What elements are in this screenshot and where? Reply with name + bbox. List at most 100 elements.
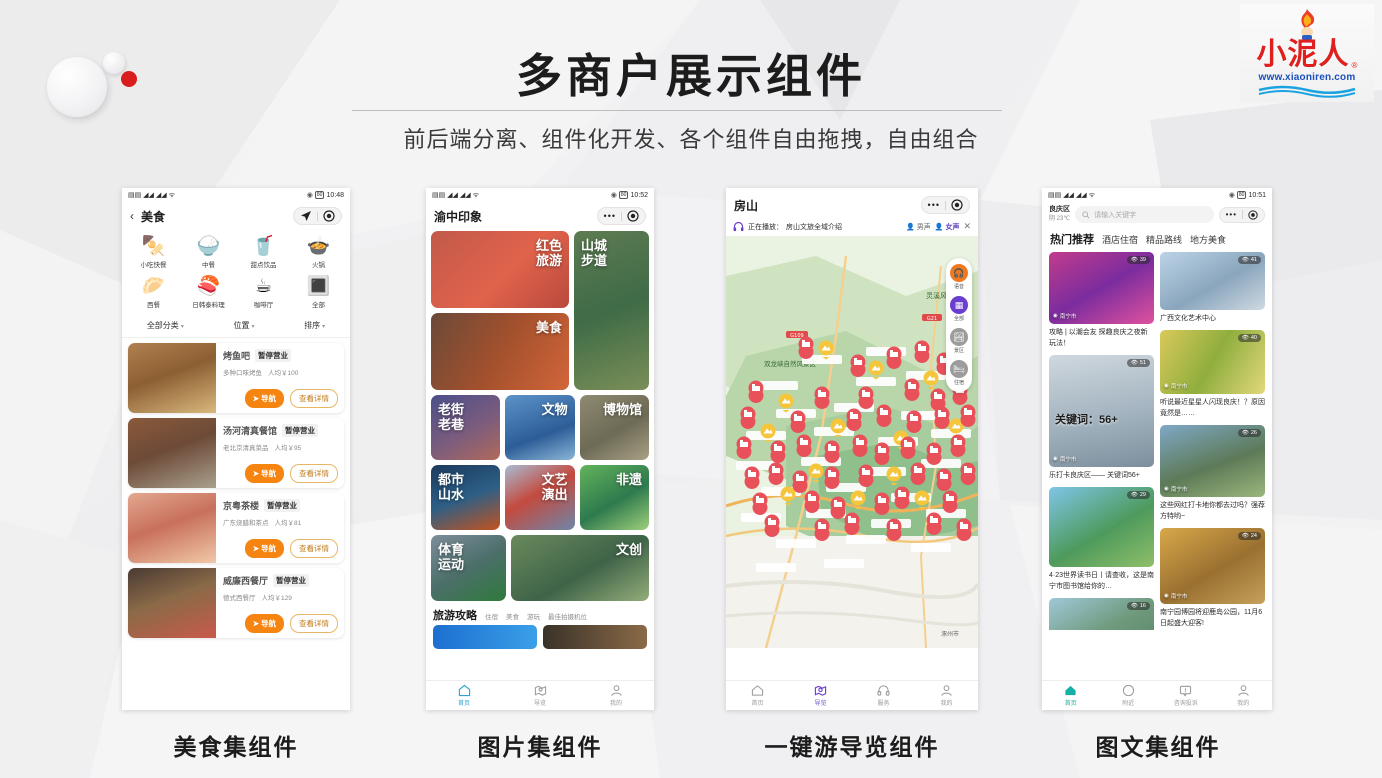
more-icon[interactable]: ••• [1226, 210, 1237, 219]
gallery-tile[interactable]: 博物馆 [580, 395, 649, 460]
tab-guide[interactable]: 导览 [502, 684, 578, 707]
tab-complaint[interactable]: 咨询投诉 [1157, 684, 1215, 707]
map-filter-rail[interactable]: 🎧 语音 ▦ 全部 🏞 景区 🛏 住宿 [946, 258, 972, 392]
category-item[interactable]: 🍚中餐 [181, 233, 236, 273]
map-markers[interactable] [726, 236, 978, 648]
voice-male-option[interactable]: 👤男声 [906, 222, 931, 232]
tab-mine[interactable]: 我的 [1215, 684, 1273, 707]
article-card[interactable]: 👁39 ◉南宁市 攻略 | 以潮会友 探趣良庆之夜新玩法！ [1049, 252, 1154, 349]
navigate-button[interactable]: ➤导航 [245, 539, 284, 558]
tab-guide[interactable]: 导览 [789, 684, 852, 707]
tab-service[interactable]: 服务 [852, 684, 915, 707]
detail-button[interactable]: 查看详情 [290, 464, 338, 483]
guide-tab[interactable]: 住宿 [485, 611, 498, 621]
guide-tab[interactable]: 美食 [506, 611, 519, 621]
chevron-left-icon[interactable]: ‹ [130, 209, 134, 223]
restaurant-card[interactable]: 威廉西餐厅暂停营业 德式西餐厅人均￥129 ➤导航 查看详情 [128, 568, 344, 638]
restaurant-card[interactable]: 汤河清真餐馆暂停营业 老北京清真菜品人均￥95 ➤导航 查看详情 [128, 418, 344, 488]
more-icon[interactable]: ••• [928, 200, 940, 210]
article-card[interactable]: 👁41 广西文化艺术中心 [1160, 252, 1265, 324]
article-card[interactable]: 👁24 ◉南宁市 南宁园博园将迎鹿岛公园，11月6日起盛大迎客! [1160, 528, 1265, 629]
category-item[interactable]: ☕咖啡厅 [236, 273, 291, 313]
article-title: 乐打卡良庆区—— 关键词56+ [1049, 470, 1154, 481]
target-icon[interactable] [323, 210, 335, 222]
article-image: 👁24 ◉南宁市 [1160, 528, 1265, 604]
filter-sort[interactable]: 排序▾ [304, 320, 325, 331]
navigate-button[interactable]: ➤导航 [245, 614, 284, 633]
gallery-tile[interactable]: 山城 步道 [574, 231, 649, 390]
tab-label: 首页 [751, 698, 763, 707]
restaurant-price: 人均￥129 [262, 595, 292, 602]
search-input[interactable]: 请输入关键字 [1075, 206, 1214, 223]
more-icon[interactable]: ••• [604, 211, 616, 221]
status-signal: ▤▤ ◢◢ ◢◢ ᯤ [128, 191, 175, 200]
article-title: 听说最近星星人闪现良庆！？原因竟然是…… [1160, 397, 1265, 419]
rail-item-voice[interactable]: 🎧 语音 [946, 261, 972, 293]
tab-mine[interactable]: 我的 [915, 684, 978, 707]
guide-tab[interactable]: 最佳拍摄机位 [548, 611, 587, 621]
chat-icon [1179, 684, 1192, 697]
tab-home[interactable]: 首页 [426, 684, 502, 707]
tab-home[interactable]: 首页 [1042, 684, 1100, 707]
category-item[interactable]: 🍢小吃快餐 [126, 233, 181, 273]
gallery-tile[interactable]: 红色 旅游 [431, 231, 569, 308]
target-icon[interactable] [951, 199, 963, 211]
article-card[interactable]: 👁16 [1049, 598, 1154, 630]
restaurant-card[interactable]: 京粤茶楼暂停营业 广东烧腊和茶点人均￥81 ➤导航 查看详情 [128, 493, 344, 563]
navigate-button[interactable]: ➤导航 [245, 464, 284, 483]
tab-recommended[interactable]: 热门推荐 [1050, 231, 1094, 247]
navigate-button[interactable]: ➤导航 [245, 389, 284, 408]
category-item[interactable]: 🍣日韩泰料理 [181, 273, 236, 313]
mini-program-capsule[interactable]: ••• [921, 196, 970, 214]
location-weather[interactable]: 良庆区 阴 23℃ [1049, 205, 1070, 224]
mini-program-capsule[interactable]: ••• [597, 207, 646, 225]
category-item[interactable]: 🍲火锅 [291, 233, 346, 273]
guide-tab[interactable]: 游玩 [527, 611, 540, 621]
headphone-icon [733, 221, 744, 232]
restaurant-card[interactable]: 烤鱼吧暂停营业 多种口味烤鱼人均￥100 ➤导航 查看详情 [128, 343, 344, 413]
city-tag: ◉南宁市 [1164, 485, 1187, 493]
restaurant-thumbnail [128, 418, 216, 488]
guide-thumbnail[interactable] [433, 625, 537, 649]
mini-program-capsule[interactable] [293, 207, 342, 225]
tab-hotels[interactable]: 酒店住宿 [1102, 233, 1138, 246]
mini-program-capsule[interactable]: ••• [1219, 207, 1265, 223]
rail-item-lodging[interactable]: 🛏 住宿 [946, 357, 972, 389]
tab-food[interactable]: 地方美食 [1190, 233, 1226, 246]
tab-home[interactable]: 首页 [726, 684, 789, 707]
close-icon[interactable]: ✕ [963, 221, 971, 232]
filter-category[interactable]: 全部分类▾ [147, 320, 184, 331]
gallery-tile[interactable]: 老街 老巷 [431, 395, 500, 460]
tab-mine[interactable]: 我的 [578, 684, 654, 707]
detail-button[interactable]: 查看详情 [290, 389, 338, 408]
tab-routes[interactable]: 精品路线 [1146, 233, 1182, 246]
gallery-tile[interactable]: 非遗 [580, 465, 649, 530]
article-card[interactable]: 👁26 ◉南宁市 这些网红打卡地你都去过吗？强荐方特哟~ [1160, 425, 1265, 522]
article-card[interactable]: 👁29 4·23世界读书日丨请查收，这是南宁市图书馆给你的… [1049, 487, 1154, 592]
eye-icon: 👁 [1242, 257, 1249, 263]
detail-button[interactable]: 查看详情 [290, 614, 338, 633]
gallery-tile[interactable]: 都市 山水 [431, 465, 500, 530]
navigate-icon[interactable] [300, 210, 312, 222]
filter-location[interactable]: 位置▾ [233, 320, 254, 331]
target-icon[interactable] [1248, 210, 1258, 220]
category-item[interactable]: 🥤甜点饮品 [236, 233, 291, 273]
detail-button[interactable]: 查看详情 [290, 539, 338, 558]
gallery-tile[interactable]: 美食 [431, 313, 569, 390]
guide-thumbnail[interactable] [543, 625, 647, 649]
target-icon[interactable] [627, 210, 639, 222]
interactive-map[interactable]: G109 G21 灵溪风景区 双龙峡自然风景区 涿州市 [726, 236, 978, 648]
gallery-tile[interactable]: 文物 [505, 395, 574, 460]
article-image: 👁41 [1160, 252, 1265, 310]
gallery-tile[interactable]: 体育 运动 [431, 535, 506, 601]
category-item[interactable]: 🔳全部 [291, 273, 346, 313]
gallery-tile[interactable]: 文艺 演出 [505, 465, 574, 530]
rail-item-all[interactable]: ▦ 全部 [946, 293, 972, 325]
gallery-tile[interactable]: 文创 [511, 535, 649, 601]
category-item[interactable]: 🥟西餐 [126, 273, 181, 313]
voice-female-option[interactable]: 👤女声 [935, 222, 960, 232]
article-card[interactable]: 👁40 ◉南宁市 听说最近星星人闪现良庆！？原因竟然是…… [1160, 330, 1265, 419]
article-card[interactable]: 👁51 关键词：56+ ◉南宁市 乐打卡良庆区—— 关键词56+ [1049, 355, 1154, 481]
tab-nearby[interactable]: 附近 [1100, 684, 1158, 707]
rail-item-scenic[interactable]: 🏞 景区 [946, 325, 972, 357]
